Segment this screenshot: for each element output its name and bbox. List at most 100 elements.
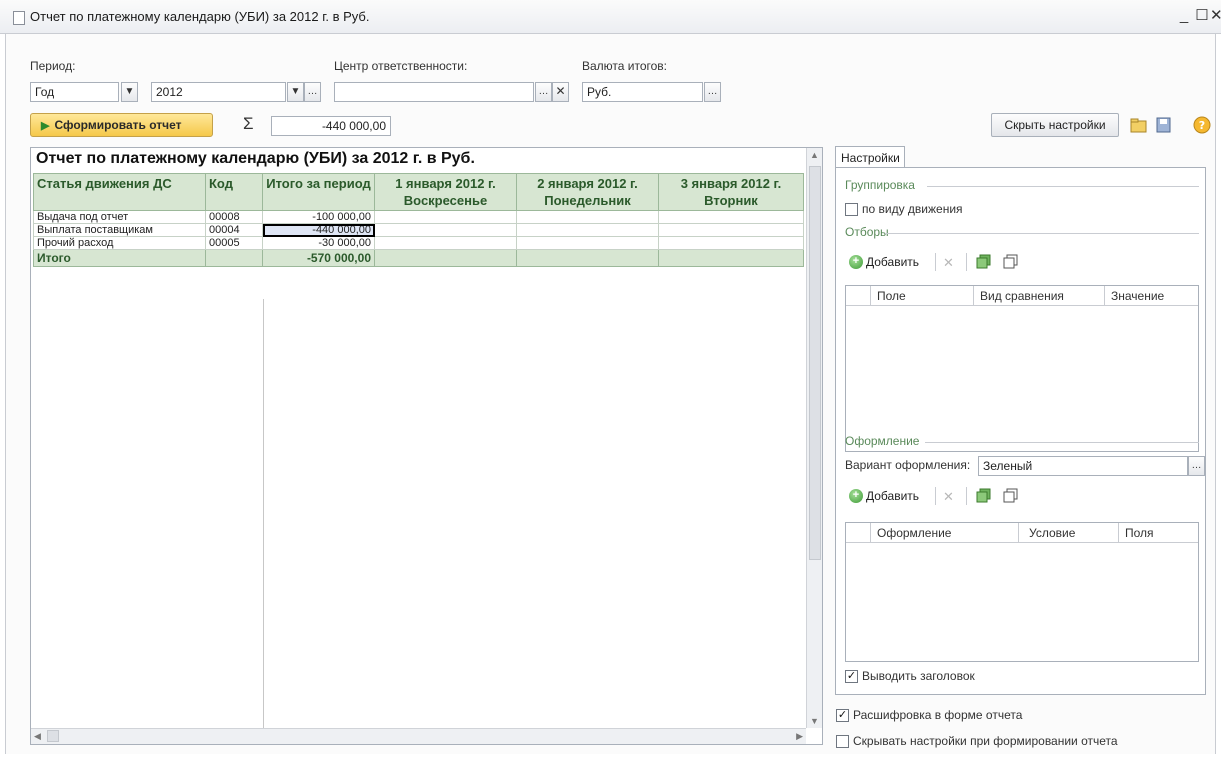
currency-label: Валюта итогов:	[582, 59, 668, 73]
table-row[interactable]: Прочий расход 00005 -30 000,00	[33, 236, 804, 250]
header-day-1: 1 января 2012 г. Воскресенье	[374, 173, 517, 211]
center-label: Центр ответственности:	[334, 59, 468, 73]
period-type-field[interactable]: Год	[30, 82, 119, 102]
section-divider	[925, 442, 1199, 443]
toolbar-separator	[966, 487, 967, 505]
row-total-selected[interactable]: -440 000,00	[262, 223, 375, 237]
hide-settings-button[interactable]: Скрыть настройки	[991, 113, 1119, 137]
window-title: Отчет по платежному календарю (УБИ) за 2…	[30, 9, 370, 24]
close-icon[interactable]: ✕	[1210, 6, 1221, 26]
drilldown-checkbox[interactable]: ✓	[836, 709, 849, 722]
scroll-down-icon[interactable]: ▼	[810, 716, 819, 726]
row-code: 00005	[205, 236, 263, 250]
scroll-left-icon[interactable]: ◀	[34, 731, 41, 742]
center-clear-icon[interactable]: ✕	[552, 82, 569, 102]
design-add-label: Добавить	[866, 489, 920, 503]
add-icon: +	[849, 255, 863, 269]
period-year-dropdown-button[interactable]: ▼	[287, 82, 304, 102]
window-titlebar: Отчет по платежному календарю (УБИ) за 2…	[0, 0, 1221, 34]
report-table: Статья движения ДС Код Итого за период 1…	[33, 173, 804, 267]
horizontal-scroll-thumb[interactable]	[47, 730, 59, 742]
header-total: Итого за период	[262, 173, 375, 211]
filters-grid-header: Поле Вид сравнения Значение	[846, 286, 1198, 306]
hide-on-generate-checkbox[interactable]	[836, 735, 849, 748]
row-name: Прочий расход	[33, 236, 206, 250]
filters-add-button[interactable]: + Добавить	[849, 255, 919, 269]
currency-select-button[interactable]: …	[704, 82, 721, 102]
add-icon: +	[849, 489, 863, 503]
header-day-3: 3 января 2012 г. Вторник	[658, 173, 804, 211]
vertical-scroll-thumb[interactable]	[809, 166, 821, 560]
design-column-appearance[interactable]: Оформление	[870, 523, 1018, 543]
scroll-right-icon[interactable]: ▶	[796, 731, 803, 742]
filters-column-value[interactable]: Значение	[1104, 286, 1198, 306]
open-folder-icon[interactable]	[1130, 117, 1148, 133]
maximize-icon[interactable]: ☐	[1193, 6, 1211, 26]
table-row[interactable]: Выдача под отчет 00008 -100 000,00	[33, 210, 804, 224]
row-code: 00004	[205, 223, 263, 237]
filters-uncheck-all-icon[interactable]	[1003, 254, 1019, 270]
design-grid[interactable]: Оформление Условие Поля	[845, 522, 1199, 662]
table-row[interactable]: Выплата поставщикам 00004 -440 000,00	[33, 223, 804, 237]
toolbar-separator	[935, 487, 936, 505]
toolbar-separator	[966, 253, 967, 271]
toolbar-separator	[935, 253, 936, 271]
header-code: Код	[205, 173, 263, 211]
section-divider	[885, 233, 1199, 234]
filters-column-comparison[interactable]: Вид сравнения	[973, 286, 1104, 306]
row-name: Выплата поставщикам	[33, 223, 206, 237]
show-title-label: Выводить заголовок	[862, 669, 975, 683]
document-icon	[13, 11, 25, 25]
filters-check-all-icon[interactable]	[976, 254, 992, 270]
minimize-icon[interactable]: _	[1175, 6, 1193, 26]
generate-report-label: Сформировать отчет	[54, 118, 182, 132]
svg-text:?: ?	[1199, 119, 1205, 132]
filters-column-field[interactable]: Поле	[870, 286, 973, 306]
save-settings-icon[interactable]	[1155, 117, 1173, 133]
design-check-all-icon[interactable]	[976, 488, 992, 504]
hide-on-generate-label: Скрывать настройки при формировании отче…	[853, 734, 1118, 748]
scroll-up-icon[interactable]: ▲	[810, 150, 819, 160]
filters-delete-icon[interactable]: ✕	[943, 255, 954, 271]
design-variant-select-button[interactable]: …	[1188, 456, 1205, 476]
period-year-select-button[interactable]: …	[304, 82, 321, 102]
design-column-fields[interactable]: Поля	[1118, 523, 1198, 543]
generate-report-button[interactable]: ▶ Сформировать отчет	[30, 113, 213, 137]
total-row-value: -570 000,00	[262, 249, 375, 267]
row-code: 00008	[205, 210, 263, 224]
design-add-button[interactable]: + Добавить	[849, 489, 919, 503]
group-by-movement-checkbox[interactable]	[845, 203, 858, 216]
design-grid-header: Оформление Условие Поля	[846, 523, 1198, 543]
design-variant-field[interactable]: Зеленый	[978, 456, 1188, 476]
design-variant-label: Вариант оформления:	[845, 458, 971, 472]
report-vertical-scrollbar[interactable]: ▲ ▼	[806, 148, 822, 728]
center-field[interactable]	[334, 82, 534, 102]
center-select-button[interactable]: …	[535, 82, 552, 102]
grouping-section-title: Группировка	[845, 178, 915, 192]
design-column-condition[interactable]: Условие	[1018, 523, 1118, 543]
help-icon[interactable]: ?	[1193, 116, 1211, 134]
row-total[interactable]: -100 000,00	[262, 210, 375, 224]
report-area[interactable]: Отчет по платежному календарю (УБИ) за 2…	[30, 147, 823, 745]
design-delete-icon[interactable]: ✕	[943, 489, 954, 505]
design-uncheck-all-icon[interactable]	[1003, 488, 1019, 504]
report-title: Отчет по платежному календарю (УБИ) за 2…	[36, 150, 475, 167]
report-horizontal-scrollbar[interactable]: ◀ ▶	[31, 728, 806, 744]
sum-icon: Σ	[243, 114, 254, 133]
filters-grid[interactable]: Поле Вид сравнения Значение	[845, 285, 1199, 452]
total-row-name: Итого	[33, 249, 206, 267]
design-section-title: Оформление	[845, 434, 920, 448]
show-title-checkbox[interactable]: ✓	[845, 670, 858, 683]
sum-field: -440 000,00	[271, 116, 391, 136]
header-item: Статья движения ДС	[33, 173, 206, 211]
period-type-dropdown-button[interactable]: ▼	[121, 82, 138, 102]
row-total[interactable]: -30 000,00	[262, 236, 375, 250]
period-label: Период:	[30, 59, 76, 73]
filters-add-label: Добавить	[866, 255, 920, 269]
currency-field[interactable]: Руб.	[582, 82, 703, 102]
period-year-field[interactable]: 2012	[151, 82, 286, 102]
row-name: Выдача под отчет	[33, 210, 206, 224]
filters-section-title: Отборы	[845, 225, 889, 239]
play-icon: ▶	[41, 119, 50, 132]
tab-settings[interactable]: Настройки	[835, 146, 905, 168]
